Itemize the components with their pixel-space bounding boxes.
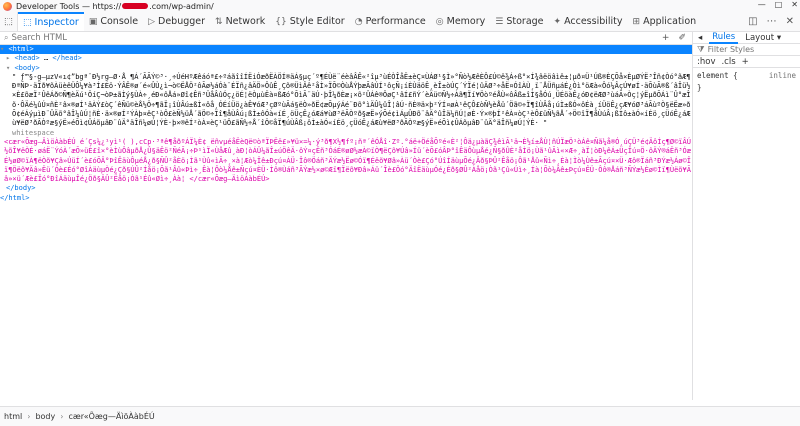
- maximize-button[interactable]: □: [775, 0, 783, 9]
- eyedropper-icon[interactable]: ✐: [678, 33, 686, 43]
- breadcrumb-separator: ›: [60, 412, 64, 421]
- application-icon: ⊞: [632, 16, 641, 27]
- tab-application[interactable]: ⊞ Application: [628, 12, 702, 31]
- firefox-logo-icon: [3, 1, 12, 11]
- html-close-tag: </html>: [0, 193, 30, 202]
- add-rule-button[interactable]: +: [742, 57, 749, 67]
- inspector-icon: ⬚: [23, 17, 32, 28]
- markup-view: ▾ <html> ▸ <head> … </head> ▾ <body> " ƒ…: [0, 45, 692, 400]
- window-controls: — □ ✕: [758, 0, 798, 9]
- dock-icon[interactable]: ◫: [748, 16, 757, 27]
- collapse-pane-icon[interactable]: ◂: [695, 32, 705, 44]
- tab-label: Style Editor: [289, 16, 345, 27]
- rules-panel: ◂ Rules Layout ▾ ⧩ :hov .cls + element {…: [692, 32, 800, 400]
- network-icon: ⇅: [215, 16, 223, 27]
- tab-label: Performance: [365, 16, 426, 27]
- tab-storage[interactable]: ☰ Storage: [490, 12, 548, 31]
- tab-label: Memory: [446, 16, 486, 27]
- pseudo-class-row: :hov .cls +: [693, 56, 800, 68]
- performance-icon: ◔: [354, 16, 363, 27]
- rule-close-line: }: [693, 83, 800, 95]
- console-icon: ▣: [88, 16, 98, 27]
- class-toggle[interactable]: .cls: [721, 57, 735, 67]
- window-title-prefix: Developer Tools — https://: [16, 1, 122, 11]
- body-close-tag: </body>: [6, 184, 36, 193]
- filter-styles-row: ⧩: [693, 44, 800, 56]
- rule-close-brace: }: [697, 83, 702, 92]
- style-editor-icon: {}: [275, 16, 287, 27]
- hover-toggle[interactable]: :hov: [697, 57, 715, 67]
- search-icon: ⌕: [4, 33, 9, 42]
- head-close-tag: </head>: [52, 54, 82, 63]
- tab-debugger[interactable]: ▷ Debugger: [143, 12, 210, 31]
- tab-network[interactable]: ⇅ Network: [210, 12, 270, 31]
- tab-label: Storage: [506, 16, 544, 27]
- rule-source: inline: [768, 71, 796, 80]
- tab-label: Accessibility: [564, 16, 623, 27]
- tab-label: Inspector: [34, 17, 79, 28]
- breadcrumb-separator: ›: [27, 412, 31, 421]
- breadcrumb: html › body › cær«Õæg—ÄìöÀàbÉÚ: [0, 406, 800, 426]
- body-open-tag: <body>: [14, 63, 40, 72]
- garbled-element-node[interactable]: <cær«Õæg—ÄìöÀàbÉÚ é´Çs¼¿¹yì¹( ),cCp·³ªê¶…: [0, 138, 692, 184]
- rule-selector: element: [697, 71, 729, 80]
- devtools-toolbar: ⬚ ⬚ Inspector ▣ Console ▷ Debugger ⇅ Network{} S…: [0, 12, 800, 32]
- markup-body-node[interactable]: ▾ <body>: [0, 64, 692, 73]
- search-row-actions: + ✐: [662, 33, 692, 43]
- tab-inspector[interactable]: ⬚ Inspector: [18, 12, 84, 31]
- close-window-button[interactable]: ✕: [791, 0, 798, 9]
- breadcrumb-html[interactable]: html: [4, 412, 22, 421]
- tab-memory[interactable]: ◎ Memory: [431, 12, 491, 31]
- head-open-tag: <head>: [14, 54, 40, 63]
- element-rule[interactable]: element { inline: [693, 68, 800, 83]
- whitespace-node[interactable]: whitespace: [0, 129, 692, 138]
- search-row: ⌕ + ✐: [0, 32, 692, 45]
- breadcrumb-element[interactable]: cær«Õæg—ÄìöÀàbÉÚ: [68, 412, 154, 421]
- search-input[interactable]: [11, 33, 662, 43]
- garbled-text-node[interactable]: " ƒ™§-g—µzV«ı¢”bgª¨Ð½rg–Ø·Å ¶Á´ÃÃÝ©³·¸÷Ú…: [0, 73, 692, 129]
- window-title-bar: Developer Tools — https:// .com/wp-admin…: [0, 0, 800, 12]
- tab-accessibility[interactable]: ✦ Accessibility: [549, 12, 628, 31]
- toolbar-right-actions: ◫ ⋯ ✕: [748, 12, 800, 31]
- html-open-tag: <html>: [8, 45, 34, 53]
- element-picker-icon[interactable]: ⬚: [0, 12, 18, 31]
- tab-layout[interactable]: Layout ▾: [742, 32, 784, 44]
- markup-html-node[interactable]: ▾ <html>: [0, 45, 692, 55]
- debugger-icon: ▷: [148, 16, 155, 27]
- minimize-button[interactable]: —: [758, 0, 766, 9]
- memory-icon: ◎: [435, 16, 444, 27]
- more-icon[interactable]: ⋯: [767, 16, 777, 27]
- breadcrumb-body[interactable]: body: [35, 412, 55, 421]
- redacted-domain: [122, 3, 149, 9]
- filter-icon: ⧩: [697, 44, 705, 55]
- accessibility-icon: ✦: [553, 16, 562, 27]
- tab-style-editor[interactable]: {} Style Editor: [270, 12, 349, 31]
- tab-label: Console: [100, 16, 139, 27]
- filter-styles-input[interactable]: [707, 45, 800, 54]
- markup-head-node[interactable]: ▸ <head> … </head>: [0, 54, 692, 63]
- tab-label: Application: [643, 16, 697, 27]
- rule-open-brace: {: [733, 71, 738, 80]
- tab-label: Network: [225, 16, 266, 27]
- tab-label: Debugger: [158, 16, 206, 27]
- tab-performance[interactable]: ◔ Performance: [350, 12, 431, 31]
- rules-tabs: ◂ Rules Layout ▾: [693, 32, 800, 44]
- tab-rules[interactable]: Rules: [709, 32, 739, 44]
- storage-icon: ☰: [495, 16, 504, 27]
- add-node-icon[interactable]: +: [662, 33, 670, 43]
- window-title-suffix: .com/wp-admin/: [149, 1, 214, 11]
- tab-console[interactable]: ▣ Console: [84, 12, 143, 31]
- close-icon[interactable]: ✕: [786, 16, 794, 27]
